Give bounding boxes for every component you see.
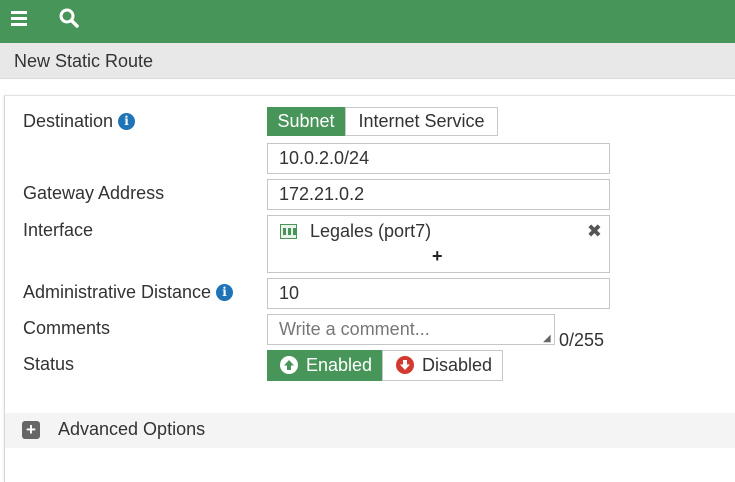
- arrow-down-circle-icon: [396, 356, 414, 374]
- page-title-bar: New Static Route: [0, 43, 735, 79]
- admin-distance-label-row: Administrative Distance i: [23, 282, 234, 303]
- status-enabled-button[interactable]: Enabled: [267, 350, 383, 381]
- search-icon[interactable]: [58, 6, 80, 30]
- arrow-up-circle-icon: [280, 356, 298, 374]
- interface-selected-value: Legales (port7): [310, 221, 432, 241]
- destination-label: Destination: [23, 111, 114, 131]
- info-icon[interactable]: i: [118, 113, 136, 130]
- info-icon[interactable]: i: [216, 284, 234, 301]
- interface-label: Interface: [23, 220, 94, 240]
- top-bar: [0, 0, 735, 43]
- network-port-icon: [280, 224, 297, 239]
- status-enabled-label: Enabled: [306, 355, 373, 375]
- destination-internet-service-option[interactable]: Internet Service: [345, 107, 498, 136]
- hamburger-menu-icon[interactable]: [9, 6, 31, 30]
- comment-char-counter: 0/255: [559, 330, 605, 350]
- advanced-options-label[interactable]: Advanced Options: [58, 419, 205, 440]
- destination-subnet-option[interactable]: Subnet: [267, 107, 345, 136]
- status-label: Status: [23, 354, 75, 374]
- resize-handle-icon[interactable]: ◢: [543, 333, 553, 344]
- advanced-options-section[interactable]: + Advanced Options: [5, 413, 735, 448]
- interface-select[interactable]: Legales (port7) ✖ +: [267, 215, 610, 273]
- comments-textarea[interactable]: [267, 314, 555, 345]
- admin-distance-label: Administrative Distance: [23, 282, 212, 302]
- comments-label: Comments: [23, 318, 111, 338]
- admin-distance-input[interactable]: 10: [267, 278, 610, 309]
- page-title: New Static Route: [14, 51, 154, 71]
- plus-square-icon[interactable]: +: [22, 421, 40, 439]
- static-route-form: Destination i Subnet Internet Service 10.…: [4, 95, 735, 482]
- status-disabled-label: Disabled: [422, 355, 493, 375]
- status-disabled-button[interactable]: Disabled: [382, 350, 503, 381]
- gateway-address-input[interactable]: 172.21.0.2: [267, 179, 610, 210]
- plus-icon[interactable]: +: [432, 246, 443, 267]
- gateway-label: Gateway Address: [23, 183, 165, 203]
- destination-label-row: Destination i: [23, 111, 136, 132]
- close-x-icon[interactable]: ✖: [587, 221, 602, 242]
- destination-subnet-input[interactable]: 10.0.2.0/24: [267, 143, 610, 174]
